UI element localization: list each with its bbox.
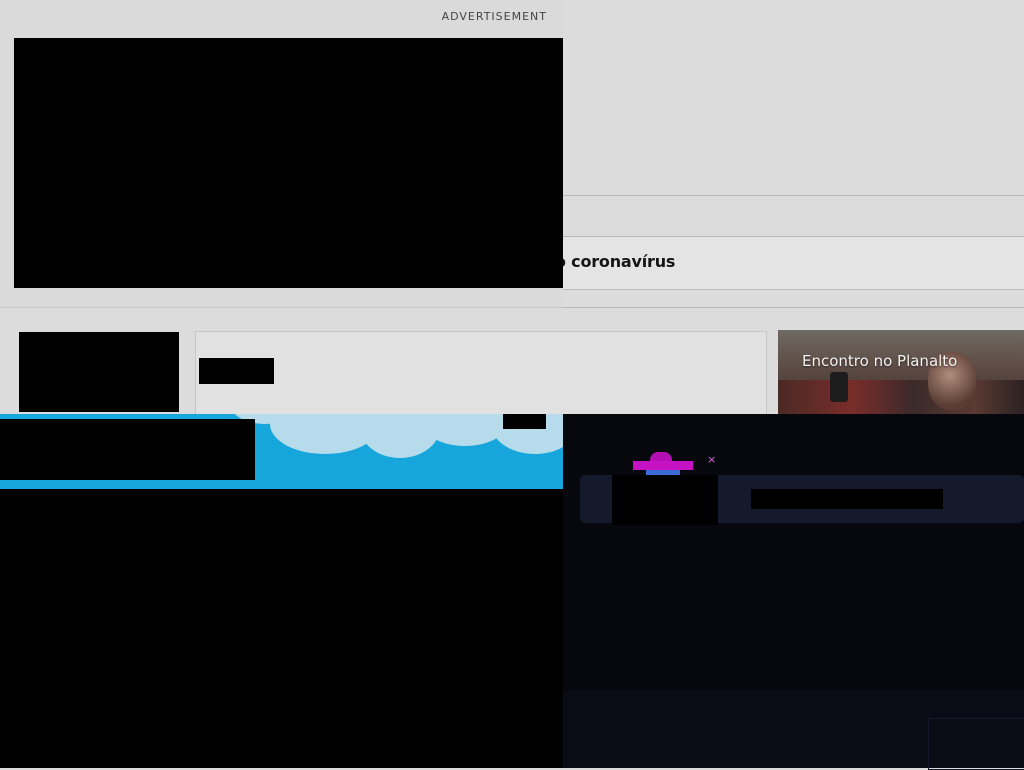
dark-frame-outline (928, 718, 1024, 770)
sky-banner-redacted-block (0, 419, 255, 480)
story-card-image-camera (830, 372, 848, 402)
player-widget-title-redacted[interactable] (751, 489, 943, 509)
sky-banner-tag (503, 414, 546, 429)
news-card-thumbnail[interactable] (19, 332, 179, 412)
news-card-title-redacted[interactable] (199, 358, 274, 384)
widget-logo-accent (646, 470, 680, 475)
advertisement-label: ADVERTISEMENT (441, 10, 547, 23)
advertisement-frame[interactable] (14, 38, 563, 288)
news-card[interactable] (195, 331, 767, 416)
divider-top (563, 195, 1024, 196)
story-card[interactable] (778, 330, 1024, 414)
close-icon[interactable]: × (707, 453, 716, 466)
story-card-title[interactable]: Encontro no Planalto (802, 352, 957, 370)
player-widget-thumbnail[interactable] (612, 475, 718, 525)
dark-region-left (0, 489, 563, 768)
story-card-image-crowd (778, 380, 1024, 414)
topic-nav-label[interactable]: o coronavírus (555, 252, 675, 271)
widget-logo-bar (633, 461, 693, 470)
